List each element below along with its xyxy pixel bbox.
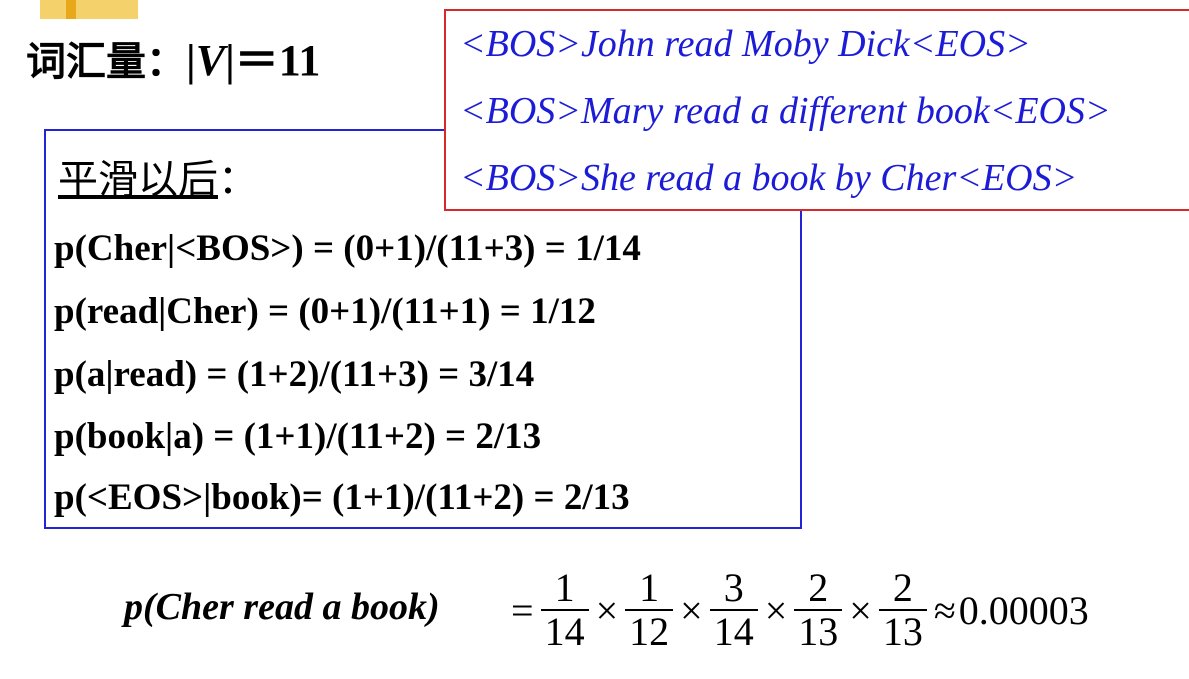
- vocab-label: 词汇量：: [26, 39, 186, 85]
- equation-1: p(Cher|<BOS>) = (0+1)/(11+3) = 1/14: [54, 228, 641, 269]
- vocab-bar-right: |: [225, 36, 235, 85]
- times-sign: ×: [680, 587, 703, 633]
- vocab-bar-left: |: [186, 36, 196, 85]
- times-sign: ×: [849, 587, 872, 633]
- corpus-sentence-1: <BOS>John read Moby Dick<EOS>: [460, 23, 1031, 65]
- fraction-denominator: 13: [798, 609, 839, 654]
- fraction-numerator: 1: [639, 565, 660, 610]
- smoothing-title-colon: ：: [218, 157, 258, 203]
- equation-3: p(a|read) = (1+2)/(11+3) = 3/14: [54, 354, 535, 395]
- result-value: 0.00003: [958, 587, 1089, 633]
- fraction-4: 2 13: [794, 565, 843, 654]
- fraction-numerator: 3: [723, 565, 744, 610]
- fraction-denominator: 12: [629, 609, 670, 654]
- smoothing-title: 平滑以后：: [58, 147, 258, 205]
- fraction-2: 1 12: [625, 565, 674, 654]
- equals-sign: =: [511, 587, 534, 633]
- smoothing-title-text: 平滑以后: [58, 157, 218, 203]
- equation-2: p(read|Cher) = (0+1)/(11+1) = 1/12: [54, 291, 596, 332]
- decorative-bar: [66, 0, 76, 19]
- sentence-probability-formula: p(Cher read a book) = 1 14 × 1 12 × 3 14 × …: [124, 555, 1184, 665]
- fraction-numerator: 1: [554, 565, 575, 610]
- corpus-sentence-3: <BOS>She read a book by Cher<EOS>: [460, 157, 1078, 199]
- fraction-denominator: 14: [713, 609, 754, 654]
- fraction-1: 1 14: [540, 565, 589, 654]
- times-sign: ×: [764, 587, 788, 633]
- fraction-3: 3 14: [709, 565, 758, 654]
- fraction-numerator: 2: [892, 565, 913, 610]
- formula-lhs: p(Cher read a book): [124, 586, 440, 628]
- equation-4: p(book|a) = (1+1)/(11+2) = 2/13: [54, 416, 542, 457]
- fraction-5: 2 13: [878, 565, 927, 654]
- fraction-denominator: 14: [544, 609, 585, 654]
- approx-sign: ≈: [933, 587, 956, 633]
- fraction-numerator: 2: [808, 565, 829, 610]
- fraction-denominator: 13: [882, 609, 923, 654]
- corpus-sentence-2: <BOS>Mary read a different book<EOS>: [460, 90, 1111, 132]
- vocab-value: ＝11: [234, 36, 321, 85]
- times-sign: ×: [595, 587, 619, 633]
- equation-5: p(<EOS>|book)= (1+1)/(11+2) = 2/13: [54, 477, 630, 518]
- formula-rhs: = 1 14 × 1 12 × 3 14 × 2 13 × 2 13 ≈ 0.00003: [508, 555, 1089, 665]
- vocab-v: V: [195, 36, 226, 85]
- vocabulary-size: 词汇量：|V|＝11: [26, 33, 320, 90]
- decorative-square: [40, 0, 138, 19]
